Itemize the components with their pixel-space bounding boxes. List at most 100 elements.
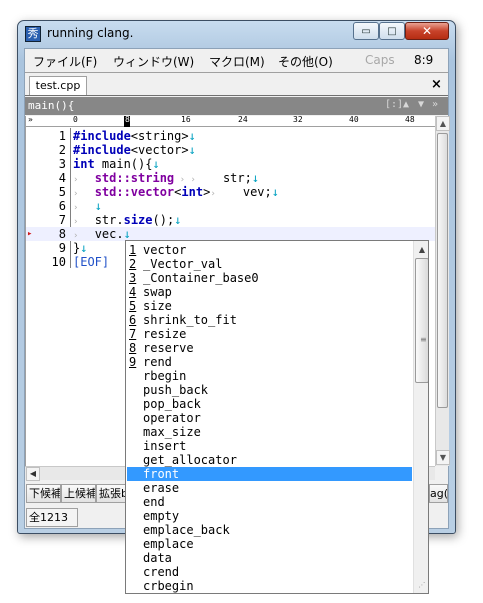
scroll-up-icon[interactable]: ▲: [415, 243, 428, 257]
app-icon[interactable]: 秀: [25, 26, 41, 42]
code-token: main(){: [94, 157, 153, 171]
tab-bar: test.cpp ×: [25, 74, 448, 95]
code-line[interactable]: 1 #include<string>↓: [26, 129, 436, 143]
code-line[interactable]: ▸ 8 › vec.↓: [26, 227, 436, 241]
menu-file[interactable]: ファイル(F): [33, 53, 97, 70]
completion-item[interactable]: end: [127, 495, 412, 509]
completion-item[interactable]: 6 shrink_to_fit: [127, 313, 412, 327]
completion-shortcut: 7: [129, 327, 137, 341]
completion-item[interactable]: 2 _Vector_val: [127, 257, 412, 271]
code-line[interactable]: 7 › str.size();↓: [26, 213, 436, 227]
scroll-left-icon[interactable]: ◀: [26, 467, 40, 481]
fkey-right[interactable]: ag(: [429, 484, 448, 503]
completion-item[interactable]: emplace_back: [127, 523, 412, 537]
completion-item[interactable]: 1 vector: [127, 243, 412, 257]
completion-name: size: [143, 299, 172, 313]
outline-icon[interactable]: [:]: [385, 99, 403, 110]
scroll-up-icon[interactable]: ▲: [436, 116, 450, 131]
completion-name: vector: [143, 243, 187, 257]
completion-item[interactable]: get_allocator: [127, 453, 412, 467]
minimize-button[interactable]: ▭: [353, 22, 379, 40]
editor-vertical-scrollbar[interactable]: ▲ ▼: [435, 116, 450, 466]
tab-test-cpp[interactable]: test.cpp: [29, 76, 87, 95]
completion-item[interactable]: max_size: [127, 425, 412, 439]
tab-close-icon[interactable]: ×: [431, 77, 442, 92]
close-button[interactable]: ✕: [405, 22, 449, 40]
completion-name: _Container_base0: [143, 271, 259, 285]
code-token: #include: [73, 143, 131, 157]
completion-item[interactable]: 8 reserve: [127, 341, 412, 355]
code-line[interactable]: 2 #include<vector>↓: [26, 143, 436, 157]
line-number: 2: [58, 143, 66, 157]
completion-item[interactable]: insert: [127, 439, 412, 453]
completion-item[interactable]: 5 size: [127, 299, 412, 313]
current-function: main(){: [28, 99, 75, 112]
completion-item[interactable]: pop_back: [127, 397, 412, 411]
code-text: #include<string>↓: [73, 129, 196, 143]
completion-name: shrink_to_fit: [143, 313, 237, 327]
fkey-prev-candidate[interactable]: 上候補: [61, 484, 96, 503]
completion-name: emplace_back: [143, 523, 230, 537]
grip-icon: ≡: [420, 335, 427, 344]
code-token: int: [181, 185, 204, 199]
code-token: int: [73, 157, 95, 171]
completion-item[interactable]: 7 resize: [127, 327, 412, 341]
completion-item[interactable]: 3 _Container_base0: [127, 271, 412, 285]
maximize-icon: □: [387, 25, 397, 37]
code-token: ↓: [94, 199, 102, 213]
completion-name: crbegin: [143, 579, 194, 593]
code-line[interactable]: 4 › std::string › › str;↓: [26, 171, 436, 185]
function-bar[interactable]: main(){ [:] ▲ ▼ »: [25, 97, 448, 115]
fkey-next-candidate[interactable]: 下候補: [26, 484, 61, 503]
scrollbar-thumb[interactable]: [437, 133, 448, 408]
completion-item[interactable]: push_back: [127, 383, 412, 397]
completion-item[interactable]: 4 swap: [127, 285, 412, 299]
code-text: [EOF]: [73, 255, 109, 269]
next-arrow-icon[interactable]: ▼: [418, 99, 424, 110]
window-title: running clang.: [47, 26, 134, 40]
resize-grip-icon[interactable]: ⋰: [415, 581, 428, 593]
completion-item[interactable]: data: [127, 551, 412, 565]
prev-arrow-icon[interactable]: ▲: [403, 99, 409, 110]
code-token: ↓: [80, 241, 88, 255]
title-bar[interactable]: 秀 running clang. ▭ □ ✕: [18, 21, 455, 47]
code-token: [EOF]: [73, 255, 110, 269]
completion-item[interactable]: emplace: [127, 537, 412, 551]
completion-item[interactable]: empty: [127, 509, 412, 523]
scroll-down-icon[interactable]: ▼: [436, 450, 450, 465]
completion-popup[interactable]: 1 vector 2 _Vector_val 3 _Container_base0 4 swa…: [125, 240, 429, 594]
more-icon[interactable]: »: [432, 99, 438, 110]
code-token: std::string: [94, 171, 175, 185]
completion-name: empty: [143, 509, 180, 523]
menu-other[interactable]: その他(O): [278, 53, 333, 70]
completion-item[interactable]: crend: [127, 565, 412, 579]
menu-window[interactable]: ウィンドウ(W): [113, 53, 194, 70]
menu-macro[interactable]: マクロ(M): [209, 53, 265, 70]
maximize-button[interactable]: □: [379, 22, 405, 40]
code-line[interactable]: 5 › std::vector<int>› vev;↓: [26, 185, 436, 199]
line-number: 4: [58, 171, 66, 185]
code-token: ›: [73, 231, 95, 241]
code-token: ↓: [188, 129, 196, 143]
completion-item[interactable]: front: [127, 467, 412, 481]
completion-item[interactable]: erase: [127, 481, 412, 495]
completion-scrollbar[interactable]: ▲ ≡ ⋰: [413, 241, 428, 593]
completion-item[interactable]: 9 rend: [127, 355, 412, 369]
completion-shortcut: 6: [129, 313, 137, 327]
completion-shortcut: 8: [129, 341, 137, 355]
code-line[interactable]: 6 › ↓: [26, 199, 436, 213]
completion-name: crend: [143, 565, 180, 579]
code-text: int main(){↓: [73, 157, 160, 171]
code-token: ↓: [152, 157, 160, 171]
completion-item[interactable]: rbegin: [127, 369, 412, 383]
completion-name: data: [143, 551, 172, 565]
ruler-mark: 24: [238, 115, 248, 124]
completion-item[interactable]: crbegin: [127, 579, 412, 593]
code-line[interactable]: 3 int main(){↓: [26, 157, 436, 171]
completion-shortcut: 9: [129, 355, 137, 369]
code-text: #include<vector>↓: [73, 143, 196, 157]
scrollbar-thumb[interactable]: ≡: [415, 258, 428, 383]
completion-item[interactable]: operator: [127, 411, 412, 425]
completion-name: max_size: [143, 425, 201, 439]
completion-name: get_allocator: [143, 453, 237, 467]
